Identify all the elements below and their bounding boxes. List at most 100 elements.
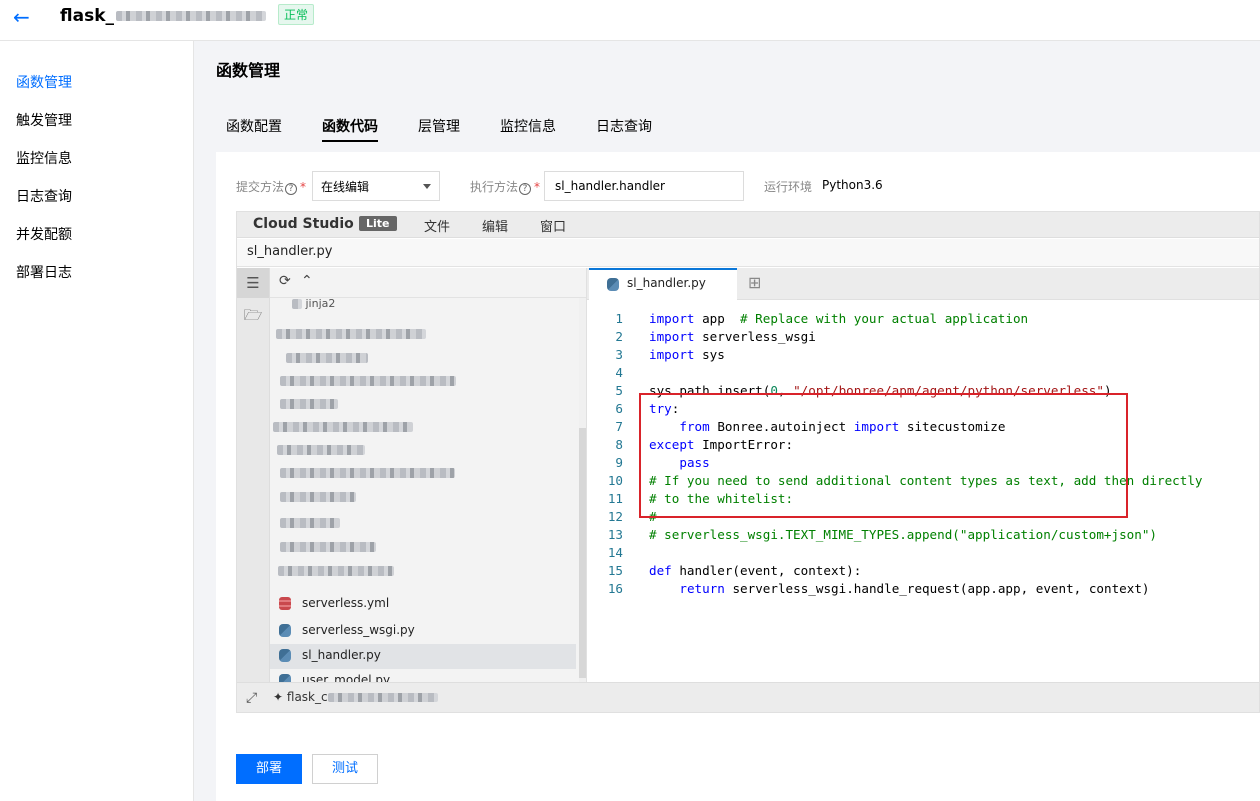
file-sl-handler-py[interactable]: sl_handler.py — [270, 644, 576, 669]
code-text: import app # Replace with your actual ap… — [649, 311, 1029, 326]
line-number: 16 — [607, 581, 623, 596]
help-icon[interactable]: ? — [519, 183, 532, 195]
activity-bar: ☰ 🗁 — [237, 268, 270, 682]
code-text: # If you need to send additional content… — [649, 473, 1203, 488]
line-number: 6 — [615, 401, 623, 416]
runtime-value: Python3.6 — [822, 178, 883, 192]
code-line[interactable]: 5 sys.path.insert(0, "/opt/bonree/apm/age… — [587, 383, 1257, 401]
code-line[interactable]: 1 import app # Replace with your actual a… — [587, 311, 1257, 329]
tab-monitoring[interactable]: 监控信息 — [500, 116, 556, 136]
file-serverless-yml[interactable]: serverless.yml — [270, 592, 576, 617]
handler-input[interactable] — [544, 171, 744, 201]
code-text: # — [649, 509, 657, 524]
sidebar-item-function-management[interactable]: 函数管理 — [16, 72, 72, 92]
code-line[interactable]: 9 pass — [587, 455, 1257, 473]
menu-edit[interactable]: 编辑 — [482, 216, 508, 235]
code-line[interactable]: 3 import sys — [587, 347, 1257, 365]
sidebar-item-trigger-management[interactable]: 触发管理 — [16, 110, 72, 130]
back-arrow-icon[interactable]: ← — [13, 5, 30, 29]
puzzle-icon: ✦ — [273, 690, 284, 704]
code-line[interactable]: 15 def handler(event, context): — [587, 563, 1257, 581]
outline-list-icon[interactable]: ☰ — [237, 268, 269, 298]
sidebar-item-concurrency-quota[interactable]: 并发配额 — [16, 224, 72, 244]
code-text: def handler(event, context): — [649, 563, 862, 578]
redacted-file-row — [273, 419, 413, 433]
submit-method-value: 在线编辑 — [321, 180, 370, 194]
cloud-studio-ide: Cloud Studio Lite 文件 编辑 窗口 sl_handler.py… — [236, 211, 1260, 713]
tab-function-config[interactable]: 函数配置 — [226, 116, 282, 136]
project-name: ✦ flask_c — [273, 690, 438, 704]
redacted-name — [116, 11, 266, 21]
submit-method-select[interactable]: 在线编辑 — [312, 171, 440, 201]
folder-icon[interactable]: 🗁 — [237, 300, 269, 330]
yaml-file-icon — [279, 597, 291, 610]
python-file-icon — [279, 649, 291, 662]
line-number: 9 — [615, 455, 623, 470]
menu-file[interactable]: 文件 — [424, 216, 450, 235]
required-mark: * — [534, 180, 541, 194]
redacted-file-row — [280, 465, 455, 479]
code-text: # serverless_wsgi.TEXT_MIME_TYPES.append… — [649, 527, 1157, 542]
menu-window[interactable]: 窗口 — [540, 216, 566, 235]
code-line[interactable]: 6 try: — [587, 401, 1257, 419]
code-line[interactable]: 13 # serverless_wsgi.TEXT_MIME_TYPES.appe… — [587, 527, 1257, 545]
code-text: # to the whitelist: — [649, 491, 794, 506]
help-icon[interactable]: ? — [285, 183, 298, 195]
explorer-toolbar: ⟳ ⌃ — [270, 268, 586, 298]
refresh-icon[interactable]: ⟳ — [279, 273, 291, 289]
code-line[interactable]: 14 — [587, 545, 1257, 563]
runtime-label: 运行环境 — [764, 180, 813, 194]
add-tab-icon[interactable]: ⊞ — [748, 273, 761, 292]
line-number: 2 — [615, 329, 623, 344]
deploy-button[interactable]: 部署 — [236, 754, 302, 784]
code-text: from Bonree.autoinject import sitecustom… — [679, 419, 1006, 434]
line-number: 3 — [615, 347, 623, 362]
tab-function-code[interactable]: 函数代码 — [322, 116, 378, 142]
code-line[interactable]: 16 return serverless_wsgi.handle_request… — [587, 581, 1257, 599]
code-text: sys.path.insert(0, "/opt/bonree/apm/agen… — [649, 383, 1112, 398]
code-line[interactable]: 10 # If you need to send additional conte… — [587, 473, 1257, 491]
folder-item[interactable]: jinja2 — [292, 297, 372, 311]
line-number: 7 — [615, 419, 623, 434]
line-number: 4 — [615, 365, 623, 380]
handler-label: 执行方法? * — [470, 178, 540, 195]
editor-tab-sl-handler[interactable]: sl_handler.py — [589, 268, 737, 300]
collapse-icon[interactable]: ⌃ — [301, 273, 313, 289]
submit-method-label: 提交方法? * — [236, 178, 306, 195]
file-serverless-wsgi-py[interactable]: serverless_wsgi.py — [270, 619, 576, 644]
code-line[interactable]: 8 except ImportError: — [587, 437, 1257, 455]
code-line[interactable]: 11 # to the whitelist: — [587, 491, 1257, 509]
file-name: user_model.py — [302, 673, 391, 682]
test-button[interactable]: 测试 — [312, 754, 378, 784]
redacted-file-row — [278, 563, 394, 577]
code-line[interactable]: 4 — [587, 365, 1257, 383]
folder-item-label: jinja2 — [305, 297, 336, 310]
code-editor: sl_handler.py ⊞ 1 import app # Replace wi… — [586, 268, 1259, 682]
expand-icon[interactable]: ⤢ — [246, 690, 257, 706]
redacted-file-row — [280, 489, 356, 503]
redacted-file-row — [277, 442, 365, 456]
tab-layer-management[interactable]: 层管理 — [418, 116, 460, 136]
caret-down-icon — [423, 184, 431, 189]
sidebar-item-log-query[interactable]: 日志查询 — [16, 186, 72, 206]
editor-tab-bar: sl_handler.py ⊞ — [587, 268, 1259, 300]
code-text: import serverless_wsgi — [649, 329, 816, 344]
sidebar-item-deploy-log[interactable]: 部署日志 — [16, 262, 72, 282]
code-text: return serverless_wsgi.handle_request(ap… — [679, 581, 1150, 596]
code-text: pass — [679, 455, 710, 470]
file-user-model-py[interactable]: user_model.py — [270, 669, 576, 682]
page-title: 函数管理 — [216, 61, 281, 80]
line-number: 10 — [607, 473, 623, 488]
redacted-file-row — [286, 350, 368, 364]
code-line[interactable]: 2 import serverless_wsgi — [587, 329, 1257, 347]
sidebar-item-monitoring[interactable]: 监控信息 — [16, 148, 72, 168]
line-number: 1 — [615, 311, 623, 326]
file-explorer: ⟳ ⌃ jinja2 serverless.yml serverless_wsg… — [270, 268, 586, 682]
explorer-scrollbar-thumb[interactable] — [579, 428, 586, 678]
code-line[interactable]: 12 # — [587, 509, 1257, 527]
editor-tab-label: sl_handler.py — [627, 276, 706, 290]
tab-log-query[interactable]: 日志查询 — [596, 116, 652, 136]
redacted-file-row — [276, 326, 426, 340]
file-name: sl_handler.py — [302, 648, 381, 662]
code-line[interactable]: 7 from Bonree.autoinject import sitecust… — [587, 419, 1257, 437]
